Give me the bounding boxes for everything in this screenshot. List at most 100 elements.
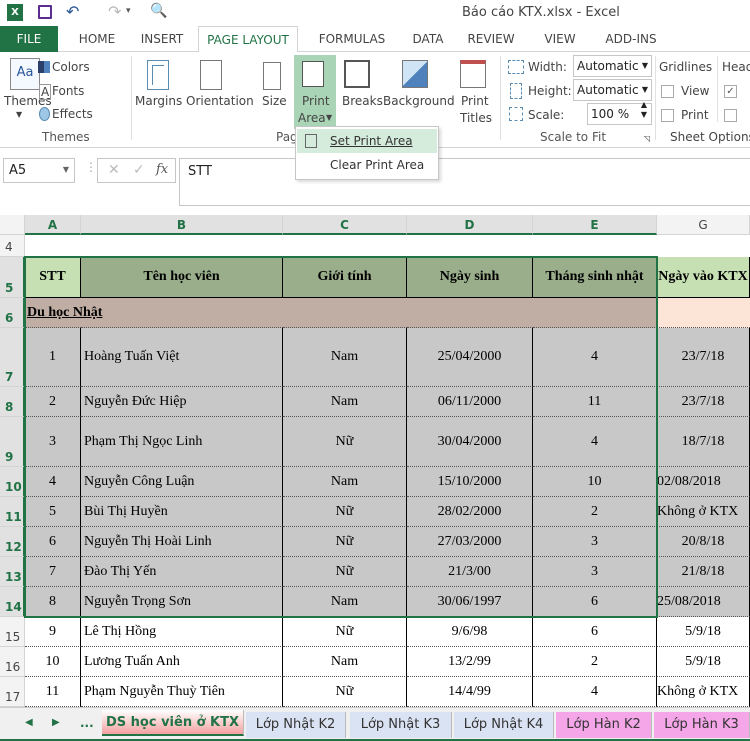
cell[interactable]: Lương Tuấn Anh: [81, 647, 283, 677]
header-cell[interactable]: Tháng sinh nhật: [533, 257, 657, 298]
effects-button[interactable]: Effects: [52, 107, 93, 121]
row-header-13[interactable]: 13: [0, 557, 25, 587]
cell[interactable]: 06/11/2000: [407, 387, 533, 417]
select-all-corner[interactable]: [0, 215, 25, 235]
cell[interactable]: Lê Thị Hồng: [81, 617, 283, 647]
cell[interactable]: 5: [25, 497, 81, 527]
width-dropdown[interactable]: Automatic ▼: [573, 55, 652, 77]
cell[interactable]: [81, 235, 283, 257]
cancel-icon[interactable]: ✕: [108, 162, 120, 178]
row-header-16[interactable]: 16: [0, 647, 25, 677]
cell[interactable]: 4: [533, 677, 657, 707]
cell[interactable]: 14/4/99: [407, 677, 533, 707]
save-icon[interactable]: [38, 5, 52, 19]
cell[interactable]: 20/8/18: [657, 527, 750, 557]
spinner-icon[interactable]: ▲ ▼: [641, 100, 647, 120]
cell[interactable]: 6: [533, 587, 657, 617]
cell[interactable]: 23/7/18: [657, 387, 750, 417]
colors-button[interactable]: Colors: [52, 60, 90, 74]
row-header-11[interactable]: 11: [0, 497, 25, 527]
tab-view[interactable]: VIEW: [540, 26, 580, 52]
sheet-tab[interactable]: Lớp Hàn K2: [556, 712, 652, 738]
cell[interactable]: 7: [25, 557, 81, 587]
headings-print-checkbox[interactable]: [724, 109, 737, 122]
dialog-launcher-icon[interactable]: ◹: [644, 134, 650, 143]
gridlines-view-checkbox[interactable]: [661, 85, 674, 98]
cell[interactable]: 10: [533, 467, 657, 497]
cell[interactable]: 8: [25, 587, 81, 617]
cell[interactable]: 30/04/2000: [407, 417, 533, 467]
cell[interactable]: [533, 235, 657, 257]
customize-qat-icon[interactable]: ▾: [126, 6, 131, 16]
cell[interactable]: 15/10/2000: [407, 467, 533, 497]
set-print-area-item[interactable]: Set Print Area: [297, 129, 437, 153]
sheet-tab[interactable]: DS học viên ở KTX: [102, 710, 244, 736]
tab-insert[interactable]: INSERT: [132, 26, 192, 52]
tab-formulas[interactable]: FORMULAS: [312, 26, 392, 52]
tab-home[interactable]: HOME: [66, 26, 128, 52]
sheet-tab[interactable]: Lớp Nhật K3: [350, 712, 452, 738]
header-cell[interactable]: Tên học viên: [81, 257, 283, 298]
cell[interactable]: Phạm Thị Ngọc Linh: [81, 417, 283, 467]
cell[interactable]: 6: [533, 617, 657, 647]
column-header-G[interactable]: G: [657, 215, 750, 235]
cell[interactable]: 5/9/18: [657, 617, 750, 647]
print-preview-icon[interactable]: 🔍: [150, 3, 167, 19]
name-box[interactable]: A5 ▼: [3, 158, 75, 183]
column-header-E[interactable]: E: [533, 215, 657, 235]
cell[interactable]: Nữ: [283, 557, 407, 587]
cell[interactable]: Nguyễn Trọng Sơn: [81, 587, 283, 617]
cell[interactable]: 4: [533, 417, 657, 467]
scale-spinner[interactable]: 100 % ▲ ▼: [587, 100, 652, 125]
cell[interactable]: Bùi Thị Huyền: [81, 497, 283, 527]
more-sheets-button[interactable]: ...: [80, 716, 94, 730]
insert-function-icon[interactable]: fx: [156, 162, 168, 177]
gridlines-print-checkbox[interactable]: [661, 109, 674, 122]
row-header-6[interactable]: 6: [0, 298, 25, 328]
spreadsheet-grid[interactable]: A B C D E G 4 5 STT Tên học viên Giới tính Ngày sin…: [0, 215, 750, 707]
scroll-right-icon[interactable]: ▶: [52, 717, 60, 728]
column-header-B[interactable]: B: [81, 215, 283, 235]
headings-view-checkbox[interactable]: ✓: [724, 85, 737, 98]
cell[interactable]: 5/9/18: [657, 647, 750, 677]
print-titles-button[interactable]: Print: [461, 94, 489, 108]
cell[interactable]: 30/06/1997: [407, 587, 533, 617]
row-header-4[interactable]: 4: [0, 235, 25, 257]
tab-page-layout[interactable]: PAGE LAYOUT: [198, 26, 298, 53]
row-header-12[interactable]: 12: [0, 527, 25, 557]
height-dropdown[interactable]: Automatic ▼: [573, 79, 652, 101]
row-header-17[interactable]: 17: [0, 677, 25, 707]
cell[interactable]: [81, 298, 283, 328]
cell[interactable]: 25/08/2018: [657, 587, 750, 617]
tab-review[interactable]: REVIEW: [466, 26, 516, 52]
tab-add-ins[interactable]: ADD-INS: [600, 26, 662, 52]
cell[interactable]: Nguyễn Đức Hiệp: [81, 387, 283, 417]
redo-icon[interactable]: ↷: [108, 2, 121, 21]
cell[interactable]: [283, 235, 407, 257]
cell[interactable]: 11: [25, 677, 81, 707]
undo-icon[interactable]: ↶: [66, 2, 79, 21]
clear-print-area-item[interactable]: Clear Print Area: [297, 153, 437, 177]
row-header-8[interactable]: 8: [0, 387, 25, 417]
cell[interactable]: 3: [533, 557, 657, 587]
row-header-7[interactable]: 7: [0, 328, 25, 387]
cell[interactable]: 2: [533, 497, 657, 527]
tab-data[interactable]: DATA: [405, 26, 451, 52]
enter-icon[interactable]: ✓: [133, 162, 145, 178]
scroll-left-icon[interactable]: ◀: [25, 717, 33, 728]
row-header-10[interactable]: 10: [0, 467, 25, 497]
column-header-D[interactable]: D: [407, 215, 533, 235]
row-header-5[interactable]: 5: [0, 257, 25, 298]
cell[interactable]: Nam: [283, 328, 407, 387]
cell[interactable]: [533, 298, 657, 328]
cell[interactable]: Du học Nhật: [25, 298, 102, 328]
row-header-15[interactable]: 15: [0, 617, 25, 647]
cell[interactable]: Nữ: [283, 497, 407, 527]
cell[interactable]: [407, 298, 533, 328]
cell[interactable]: 13/2/99: [407, 647, 533, 677]
header-cell[interactable]: Ngày sinh: [407, 257, 533, 298]
size-button[interactable]: Size: [262, 94, 287, 108]
cell[interactable]: Không ở KTX: [657, 497, 750, 527]
column-header-C[interactable]: C: [283, 215, 407, 235]
cell[interactable]: 9/6/98: [407, 617, 533, 647]
